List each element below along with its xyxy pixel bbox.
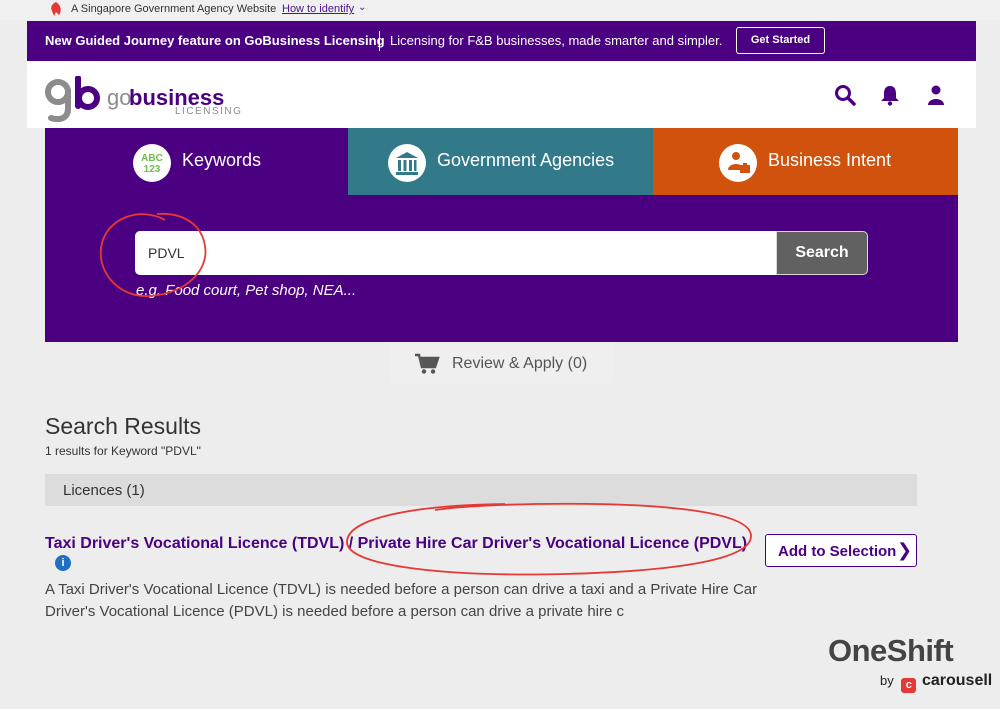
licences-section-header[interactable]: Licences (1) — [45, 474, 917, 506]
bank-building-icon — [388, 144, 426, 182]
briefcase-person-icon — [719, 144, 757, 182]
search-icon[interactable] — [834, 84, 856, 106]
watermark-partner: carousell — [921, 672, 993, 689]
promo-banner: New Guided Journey feature on GoBusiness… — [27, 21, 976, 61]
abc-123-icon: ABC 123 — [133, 144, 171, 182]
tab-government-agencies[interactable]: Government Agencies — [348, 128, 653, 195]
add-to-selection-button[interactable]: Add to Selection ❯ — [765, 534, 917, 567]
licences-section-label: Licences (1) — [63, 482, 145, 499]
carousell-logo-icon: c — [901, 678, 917, 693]
licence-description: A Taxi Driver's Vocational Licence (TDVL… — [45, 581, 758, 620]
tab-government-agencies-label: Government Agencies — [437, 150, 615, 170]
promo-headline: New Guided Journey feature on GoBusiness… — [45, 33, 385, 48]
tab-keywords[interactable]: ABC 123 Keywords — [45, 128, 348, 195]
results-count: 1 results for Keyword "PDVL" — [45, 444, 201, 458]
logo-prefix: go — [107, 85, 132, 110]
search-button[interactable]: Search — [776, 231, 868, 275]
promo-text: Licensing for F&B businesses, made smart… — [390, 33, 723, 48]
singapore-lion-icon — [51, 2, 61, 16]
gov-banner: A Singapore Government Agency Website Ho… — [0, 0, 1000, 20]
review-apply-button[interactable]: Review & Apply (0) — [390, 342, 613, 385]
info-icon[interactable]: i — [55, 555, 71, 571]
tab-business-intent-label: Business Intent — [768, 150, 892, 170]
get-started-button[interactable]: Get Started — [736, 27, 825, 54]
tab-keywords-label: Keywords — [182, 150, 262, 170]
results-title: Search Results — [45, 413, 201, 439]
user-icon[interactable] — [925, 84, 947, 106]
chevron-down-icon[interactable]: ⌄ — [358, 2, 366, 13]
licence-title-link[interactable]: Taxi Driver's Vocational Licence (TDVL) … — [45, 535, 747, 553]
promo-divider — [379, 31, 380, 51]
how-to-identify-link[interactable]: How to identify — [282, 3, 354, 15]
svg-text:123: 123 — [144, 164, 161, 175]
oneshift-watermark: OneShift — [828, 633, 954, 668]
add-to-selection-label: Add to Selection — [778, 543, 897, 560]
svg-text:ABC: ABC — [141, 153, 163, 164]
gb-logo-mark — [45, 76, 100, 122]
search-input[interactable] — [135, 231, 777, 275]
search-panel: Search e.g. Food court, Pet shop, NEA... — [45, 195, 958, 342]
search-mode-tabs: ABC 123 Keywords Government Agencies Bus… — [45, 128, 958, 195]
carousell-watermark: by c carousell — [880, 672, 992, 693]
site-header: go business LICENSING — [27, 61, 976, 128]
tab-business-intent[interactable]: Business Intent — [653, 128, 958, 195]
bell-icon[interactable] — [879, 84, 901, 106]
shopping-cart-icon — [415, 353, 440, 374]
review-apply-label: Review & Apply (0) — [452, 355, 588, 372]
watermark-by: by — [880, 673, 894, 688]
logo-subtitle: LICENSING — [175, 106, 243, 117]
gobusiness-logo[interactable]: go business LICENSING — [45, 76, 245, 122]
search-hint: e.g. Food court, Pet shop, NEA... — [136, 282, 357, 299]
gov-banner-text: A Singapore Government Agency Website — [71, 3, 277, 15]
chevron-right-icon: ❯ — [897, 540, 913, 560]
